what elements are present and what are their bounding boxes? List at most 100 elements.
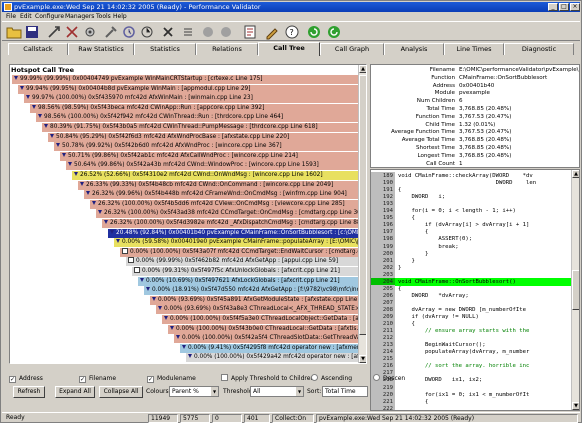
edit-icon[interactable] <box>264 24 280 40</box>
tab-call-graph[interactable]: Call Graph <box>320 43 384 55</box>
expand-triangle-icon[interactable] <box>80 181 84 186</box>
scroll-down-button[interactable]: ▼ <box>359 355 366 363</box>
tree-vertical-scrollbar[interactable]: ▲ ▼ <box>358 65 366 363</box>
tab-relations[interactable]: Relations <box>196 43 258 55</box>
tree-row[interactable]: 26.52% (52.66%) 0x5f4310e2 mfc42d CWnd::… <box>72 171 358 180</box>
code-scroll-up-button[interactable]: ▲ <box>572 170 579 178</box>
save-icon[interactable] <box>24 24 40 40</box>
settings-icon[interactable] <box>82 24 98 40</box>
expand-triangle-icon[interactable] <box>26 95 30 100</box>
close-button[interactable]: × <box>570 3 580 11</box>
threshold-select[interactable]: All ▼ <box>250 386 304 397</box>
tree-row[interactable]: 98.56% (100.00%) 0x5f42f942 mfc42d CWinT… <box>36 113 358 123</box>
address-checkbox[interactable]: ✓ Address <box>9 374 43 383</box>
tree-row[interactable]: 99.94% (99.95%) 0x00404b8d pvExample Win… <box>18 84 358 94</box>
expand-triangle-icon[interactable] <box>176 335 180 340</box>
tree-row[interactable]: 0.00% (100.00%) 0x5f42a5f4 CThreadSlotDa… <box>174 334 358 344</box>
expand-triangle-icon[interactable] <box>170 325 174 330</box>
ascending-radio[interactable]: Ascending <box>311 374 352 383</box>
tab-call-tree[interactable]: Call Tree <box>258 42 320 56</box>
filter-icon[interactable] <box>139 24 155 40</box>
menu-file[interactable]: File <box>6 13 16 20</box>
refresh-button[interactable]: Refresh <box>13 386 45 398</box>
call-tree-panel[interactable]: Hotspot Call Tree 99.99% (99.99%) 0x0040… <box>9 64 367 364</box>
tree-row[interactable]: 0.00% (99.31%) 0x5f497f5c AfxUnlockGloba… <box>132 267 358 276</box>
expand-triangle-icon[interactable] <box>38 114 42 119</box>
circle-icon[interactable] <box>200 24 216 40</box>
expand-triangle-icon[interactable] <box>50 133 54 138</box>
menu-tools[interactable]: Tools <box>96 13 111 20</box>
colours-select[interactable]: Parent % ▼ <box>169 386 219 397</box>
tree-row[interactable]: 20.48% (92.84%) 0x00401b40 pvExample CMa… <box>108 228 358 238</box>
expand-triangle-icon[interactable] <box>104 220 108 224</box>
tab-line-times[interactable]: Line Times <box>444 43 504 55</box>
circle-icon[interactable] <box>218 24 234 40</box>
tools-icon[interactable] <box>103 24 119 40</box>
launch-icon[interactable] <box>46 24 62 40</box>
tree-row[interactable]: 50.84% (95.29%) 0x5f42f6d3 mfc42d AfxWnd… <box>48 132 358 142</box>
minimize-button[interactable]: _ <box>548 3 558 11</box>
stop-icon[interactable] <box>160 24 176 40</box>
tree-row[interactable]: 50.78% (99.92%) 0x5f42b6d0 mfc42d AfxWnd… <box>54 142 358 152</box>
tree-row[interactable]: 0.00% (93.69%) 0x5f45a891 AfxGetModuleSt… <box>150 295 358 305</box>
expand-triangle-icon[interactable] <box>140 277 144 282</box>
tree-row[interactable]: 0.00% (100.00%) 0x5f429a42 mfc42d operat… <box>186 353 358 363</box>
tree-row[interactable]: 0.00% (100.00%) 0x5f43b0e0 CThreadLocal:… <box>168 324 358 334</box>
expand-triangle-icon[interactable] <box>110 229 114 234</box>
tree-row[interactable]: 26.32% (100.00%) 0x5f4d3982e mfc42d _Afx… <box>102 219 358 228</box>
tree-row[interactable]: 0.00% (10.69%) 0x5f497621 AfxLockGlobals… <box>138 276 358 286</box>
tab-diagnostic[interactable]: Diagnostic <box>504 43 574 55</box>
expand-triangle-icon[interactable] <box>98 210 102 215</box>
expand-all-button[interactable]: Expand All <box>55 386 95 398</box>
clear-icon[interactable] <box>121 24 137 40</box>
expand-triangle-icon[interactable] <box>152 296 156 301</box>
scroll-up-button[interactable]: ▲ <box>359 65 366 73</box>
threshold-children-checkbox[interactable]: Apply Threshold to Children <box>221 374 314 383</box>
tree-row[interactable]: 0.00% (9.41%) 0x5f4295f8 mfc42d operator… <box>180 343 358 353</box>
code-scroll-thumb[interactable] <box>572 270 579 310</box>
tree-row[interactable]: 99.97% (100.00%) 0x5f435970 mfc42d AfxWi… <box>24 94 358 104</box>
title-bar[interactable]: pvExample.exe:Wed Sep 21 14:02:32 2005 (… <box>2 2 580 12</box>
expand-triangle-icon[interactable] <box>92 200 96 205</box>
expand-triangle-icon[interactable] <box>68 162 72 167</box>
collapse-all-button[interactable]: Collapse All <box>99 386 143 398</box>
tab-raw-statistics[interactable]: Raw Statistics <box>68 43 134 55</box>
expand-triangle-icon[interactable] <box>188 354 192 359</box>
tree-row[interactable]: 26.32% (99.96%) 0x5f4b448b mfc42d CFrame… <box>84 190 358 200</box>
code-vertical-scrollbar[interactable]: ▲ ▼ <box>571 170 579 410</box>
code-scroll-down-button[interactable]: ▼ <box>572 402 579 410</box>
expand-triangle-icon[interactable] <box>56 143 60 148</box>
menu-edit[interactable]: Edit <box>20 13 32 20</box>
sort-select[interactable]: Total Time <box>322 386 368 397</box>
leaf-box-icon[interactable] <box>134 267 140 273</box>
tree-row[interactable]: 0.00% (93.69%) 0x5f43a8e3 CThreadLocal<_… <box>156 305 358 315</box>
expand-triangle-icon[interactable] <box>116 239 120 244</box>
refresh-icon[interactable] <box>306 24 322 40</box>
expand-triangle-icon[interactable] <box>14 76 18 80</box>
expand-triangle-icon[interactable] <box>164 316 168 320</box>
leaf-box-icon[interactable] <box>128 257 134 264</box>
filename-checkbox[interactable]: ✓ Filename <box>79 374 116 383</box>
tab-analysis[interactable]: Analysis <box>384 43 444 55</box>
scroll-thumb[interactable] <box>359 75 366 335</box>
expand-triangle-icon[interactable] <box>74 172 78 176</box>
expand-triangle-icon[interactable] <box>86 191 90 196</box>
tree-row[interactable]: 50.71% (99.86%) 0x5f42ab1c mfc42d AfxCal… <box>60 151 358 161</box>
expand-triangle-icon[interactable] <box>62 152 66 157</box>
expand-triangle-icon[interactable] <box>146 287 150 292</box>
tab-callstack[interactable]: Callstack <box>8 43 68 55</box>
tree-row[interactable]: 26.33% (99.33%) 0x5f4b48cb mfc42d CWnd::… <box>78 180 358 190</box>
tree-row[interactable]: 0.00% (100.00%) 0x5f4f5a3e0 CThreadLocal… <box>162 315 358 324</box>
expand-triangle-icon[interactable] <box>182 344 186 349</box>
help-icon[interactable]: ? <box>284 24 300 40</box>
tree-row[interactable]: 80.39% (91.75%) 0x5f43b0a5 mfc42d CWinTh… <box>42 123 358 132</box>
expand-triangle-icon[interactable] <box>44 124 48 128</box>
tree-row[interactable]: 0.00% (99.99%) 0x5f462b82 mfc42d AfxGetA… <box>126 257 358 267</box>
splitter[interactable] <box>367 64 369 364</box>
tree-row[interactable]: 0.00% (100.00%) 0x5f43a07f mfc42d CCmdTa… <box>120 247 358 257</box>
refresh-alt-icon[interactable] <box>326 24 342 40</box>
pause-icon[interactable] <box>180 24 196 40</box>
attach-icon[interactable] <box>64 24 80 40</box>
leaf-box-icon[interactable] <box>122 247 128 254</box>
tree-row[interactable]: 50.64% (99.86%) 0x5f42a43b mfc42d CWnd::… <box>66 161 358 171</box>
